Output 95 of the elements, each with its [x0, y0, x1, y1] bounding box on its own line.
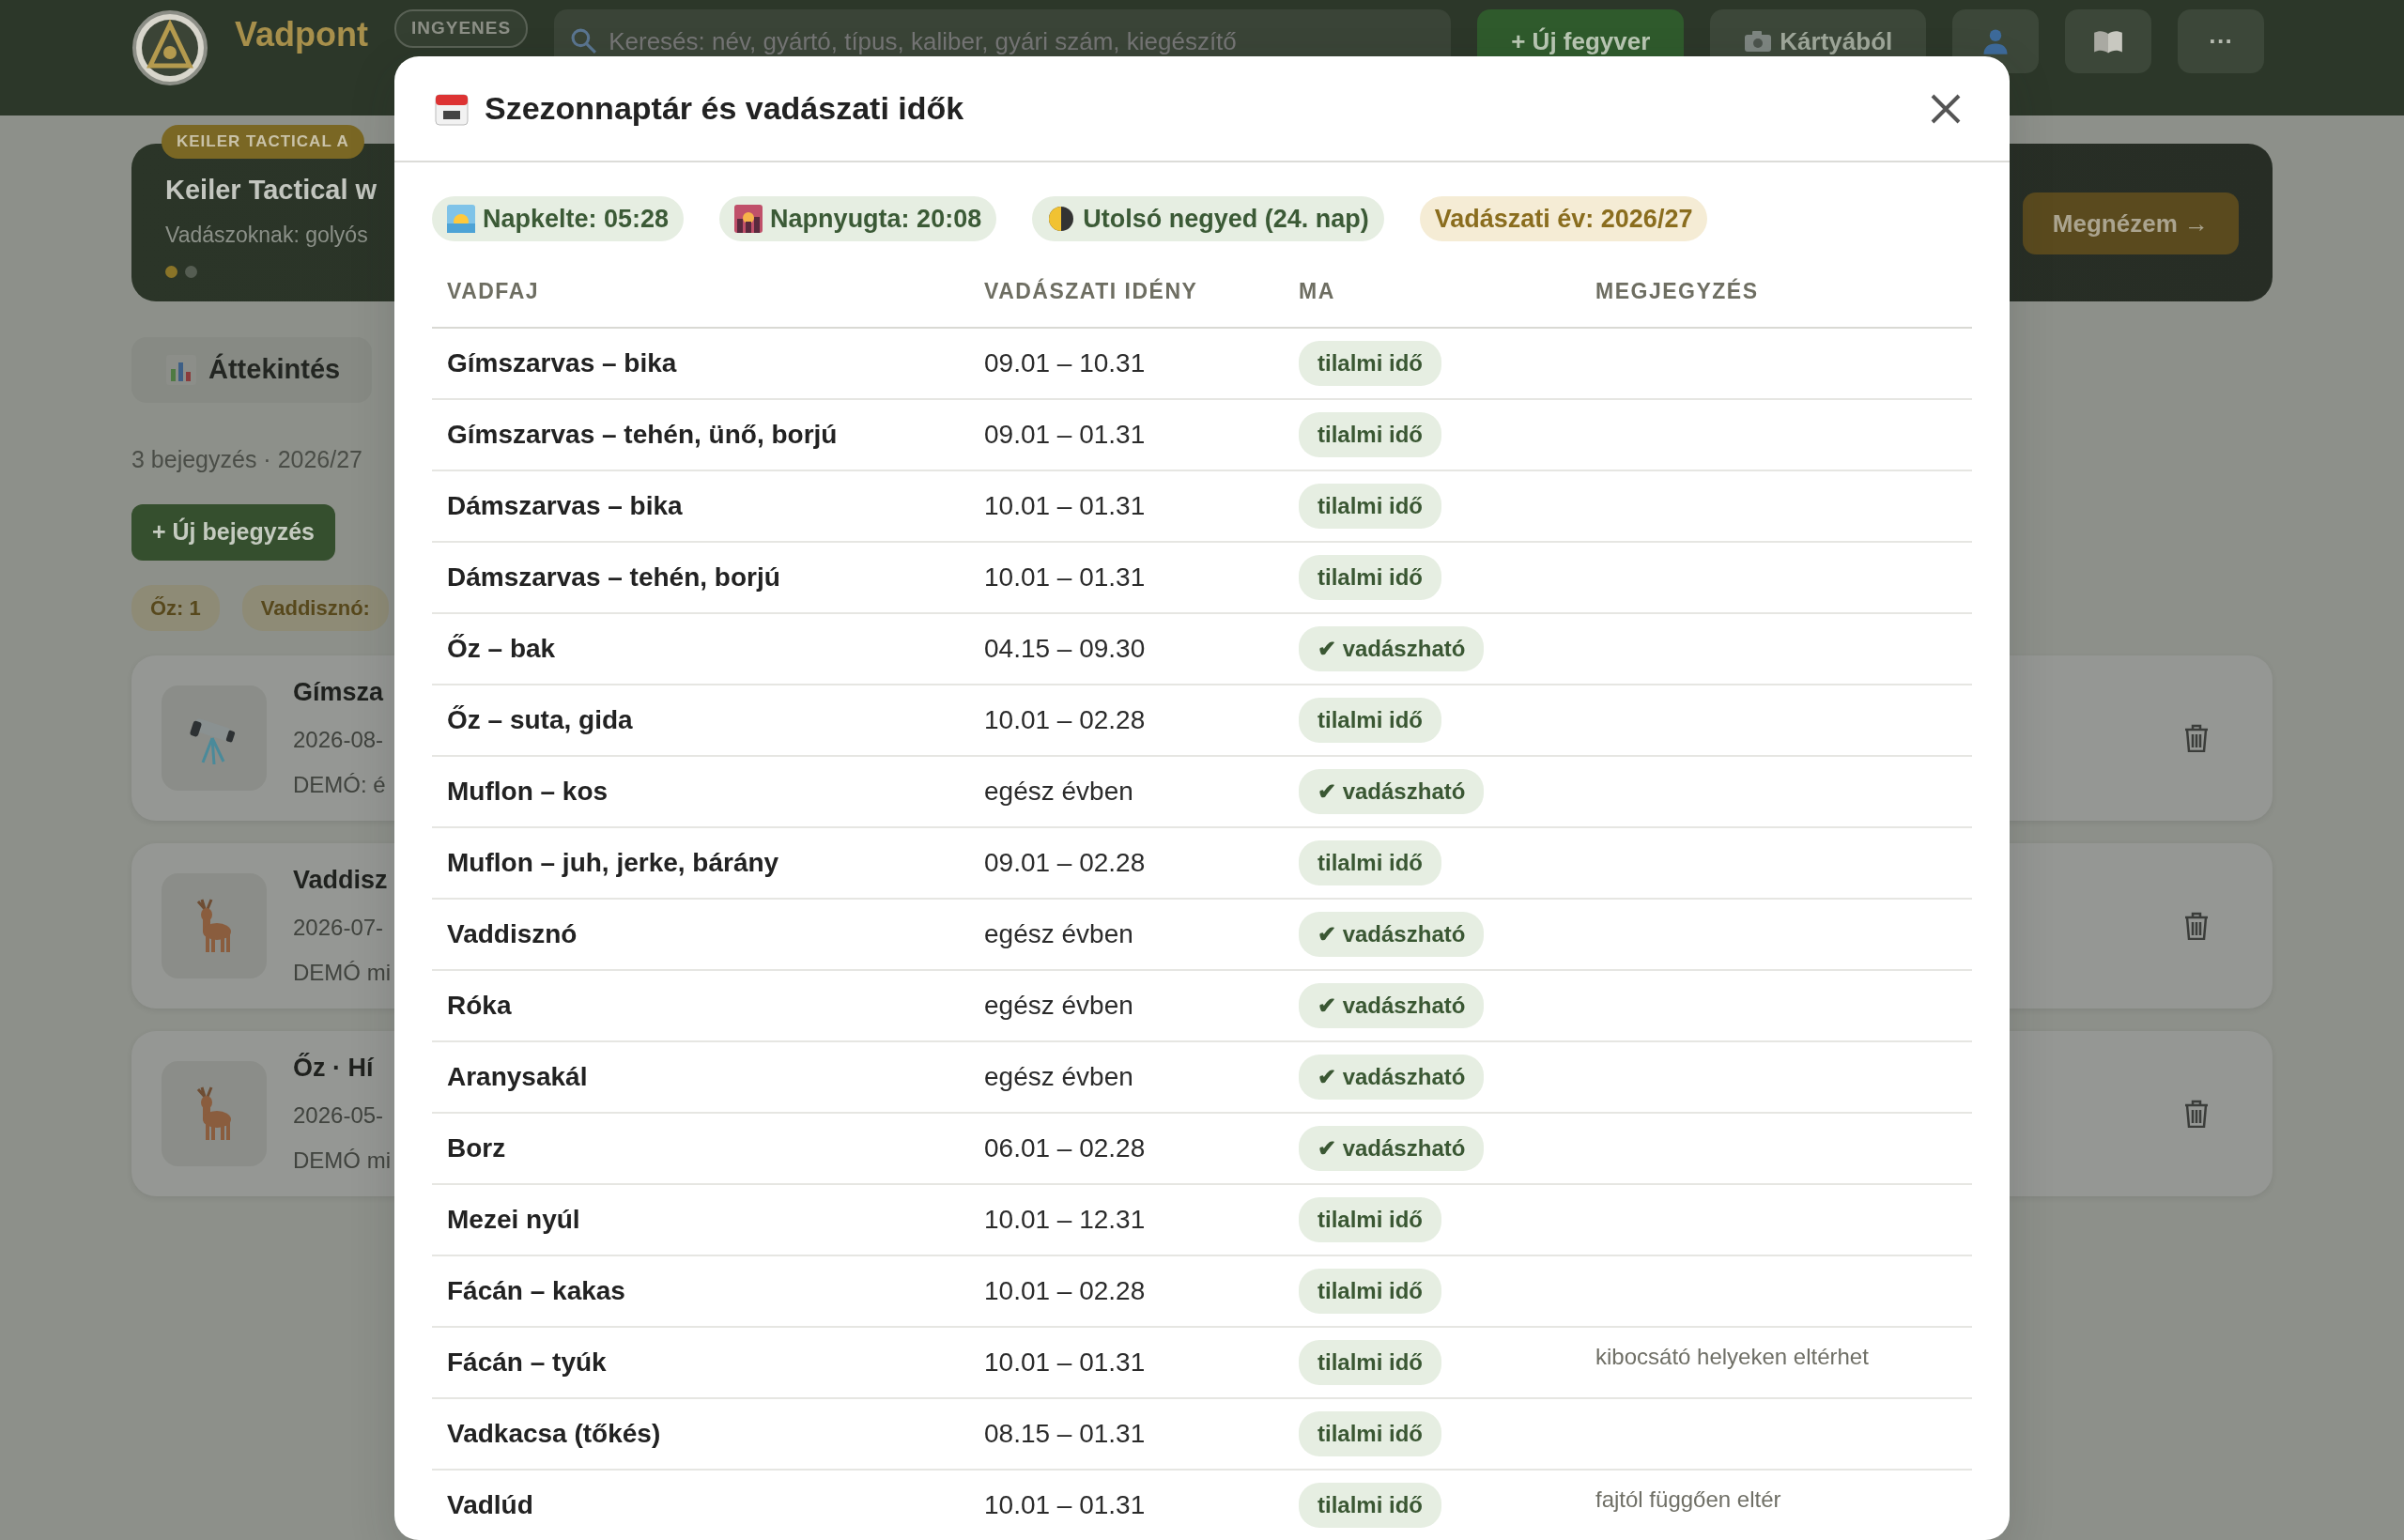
season-dates: 10.01 – 01.31 [984, 562, 1146, 592]
status-pill: tilalmi idő [1299, 341, 1441, 386]
status-pill: ✔ vadászható [1299, 1055, 1485, 1100]
entry-note: DEMÓ: é [293, 770, 386, 799]
status-pill: tilalmi idő [1299, 1340, 1441, 1385]
note-text: fajtól függően eltér [1595, 1486, 1781, 1514]
season-dates: 04.15 – 09.30 [984, 634, 1146, 663]
status-pill: tilalmi idő [1299, 484, 1441, 529]
trash-icon [2184, 1099, 2209, 1128]
carousel-dot[interactable] [165, 266, 177, 278]
species-name: Fácán – kakas [447, 1276, 625, 1305]
note-text: kibocsátó helyeken eltérhet [1595, 1343, 1869, 1371]
entry-date: 2026-08- [293, 725, 384, 754]
status-pill: tilalmi idő [1299, 840, 1441, 886]
status-pill: tilalmi idő [1299, 1197, 1441, 1242]
entry-note: DEMÓ mi [293, 958, 391, 987]
status-pill: ✔ vadászható [1299, 769, 1485, 814]
species-name: Mezei nyúl [447, 1205, 580, 1234]
delete-button[interactable] [2184, 911, 2209, 940]
count-chip: Őz: 1 [131, 584, 220, 631]
species-name: Dámszarvas – bika [447, 491, 683, 520]
species-name: Fácán – tyúk [447, 1348, 607, 1377]
more-button[interactable]: ··· [2178, 9, 2265, 73]
entry-title: Őz · Hí [293, 1052, 374, 1085]
entry-date: 2026-07- [293, 913, 384, 942]
trash-icon [2184, 723, 2209, 752]
entry-title: Vaddisz [293, 865, 388, 897]
status-pill: tilalmi idő [1299, 412, 1441, 457]
season-dates: 10.01 – 02.28 [984, 705, 1146, 734]
species-name: Vadkacsa (tőkés) [447, 1419, 661, 1448]
count-chip: Vaddisznó: [241, 584, 389, 631]
season-dates: 10.01 – 01.31 [984, 1348, 1146, 1377]
species-name: Vadlúd [447, 1490, 533, 1519]
sunrise-icon [447, 205, 475, 233]
status-pill: tilalmi idő [1299, 1411, 1441, 1456]
book-button[interactable] [2065, 9, 2152, 73]
season-dates: 09.01 – 01.31 [984, 420, 1146, 449]
promo-subtitle: Vadászoknak: golyós [165, 221, 368, 249]
status-pill: tilalmi idő [1299, 1483, 1441, 1528]
search-icon [571, 28, 598, 54]
new-entry-button[interactable]: + Új bejegyzés [131, 503, 335, 561]
status-pill: ✔ vadászható [1299, 983, 1485, 1028]
brand-name: Vadpont [235, 14, 368, 55]
moon-chip: Utolsó negyed (24. nap) [1032, 196, 1384, 241]
modal-title: Szezonnaptár és vadászati idők [485, 89, 964, 128]
season-dates: 10.01 – 12.31 [984, 1205, 1146, 1234]
overview-tab[interactable]: Áttekintés [131, 337, 372, 403]
status-pill: ✔ vadászható [1299, 626, 1485, 671]
delete-button[interactable] [2184, 723, 2209, 752]
status-pill: tilalmi idő [1299, 698, 1441, 743]
promo-badge: KEILER TACTICAL A [162, 125, 364, 159]
season-dates: 10.01 – 02.28 [984, 1276, 1146, 1305]
season-dates: egész évben [984, 1062, 1133, 1091]
species-name: Őz – bak [447, 634, 556, 663]
delete-button[interactable] [2184, 1099, 2209, 1128]
season-dates: 09.01 – 02.28 [984, 848, 1146, 877]
sunrise-chip: Napkelte: 05:28 [432, 196, 685, 241]
species-name: Muflon – juh, jerke, bárány [447, 848, 779, 877]
species-name: Borz [447, 1133, 506, 1163]
season-dates: 10.01 – 01.31 [984, 1490, 1146, 1519]
camera-icon [1744, 30, 1773, 53]
season-dates: 09.01 – 10.31 [984, 348, 1146, 377]
species-name: Gímszarvas – tehén, ünő, borjú [447, 420, 838, 449]
entry-note: DEMÓ mi [293, 1146, 391, 1175]
view-button[interactable]: Megnézem → [2022, 192, 2239, 254]
species-name: Gímszarvas – bika [447, 348, 677, 377]
status-pill: tilalmi idő [1299, 1269, 1441, 1314]
plan-badge: INGYENES [394, 9, 529, 48]
trash-icon [2184, 911, 2209, 940]
season-dates: egész évben [984, 777, 1133, 806]
status-pill: tilalmi idő [1299, 555, 1441, 600]
status-pill: ✔ vadászható [1299, 912, 1485, 957]
summary-text: 3 bejegyzés · 2026/27 [131, 445, 362, 474]
entry-date: 2026-05- [293, 1101, 384, 1130]
season-dates: 08.15 – 01.31 [984, 1419, 1146, 1448]
entry-title: Gímsza [293, 677, 384, 709]
species-name: Róka [447, 991, 512, 1020]
sunset-chip: Napnyugta: 20:08 [719, 196, 997, 241]
sunset-icon [734, 205, 763, 233]
species-name: Vaddisznó [447, 919, 578, 948]
logo-icon [131, 9, 208, 86]
book-icon [2093, 28, 2124, 54]
season-dates: egész évben [984, 919, 1133, 948]
species-name: Dámszarvas – tehén, borjú [447, 562, 780, 592]
season-chip: Vadászati év: 2026/27 [1419, 196, 1708, 241]
season-dates: 10.01 – 01.31 [984, 491, 1146, 520]
status-pill: ✔ vadászható [1299, 1126, 1485, 1171]
moon-icon [1047, 205, 1076, 233]
species-name: Muflon – kos [447, 777, 609, 806]
species-name: Őz – suta, gida [447, 705, 633, 734]
species-name: Aranysakál [447, 1062, 588, 1091]
promo-title: Keiler Tactical w [165, 174, 378, 207]
season-dates: 06.01 – 02.28 [984, 1133, 1146, 1163]
carousel-dot[interactable] [185, 266, 197, 278]
season-dates: egész évben [984, 991, 1133, 1020]
